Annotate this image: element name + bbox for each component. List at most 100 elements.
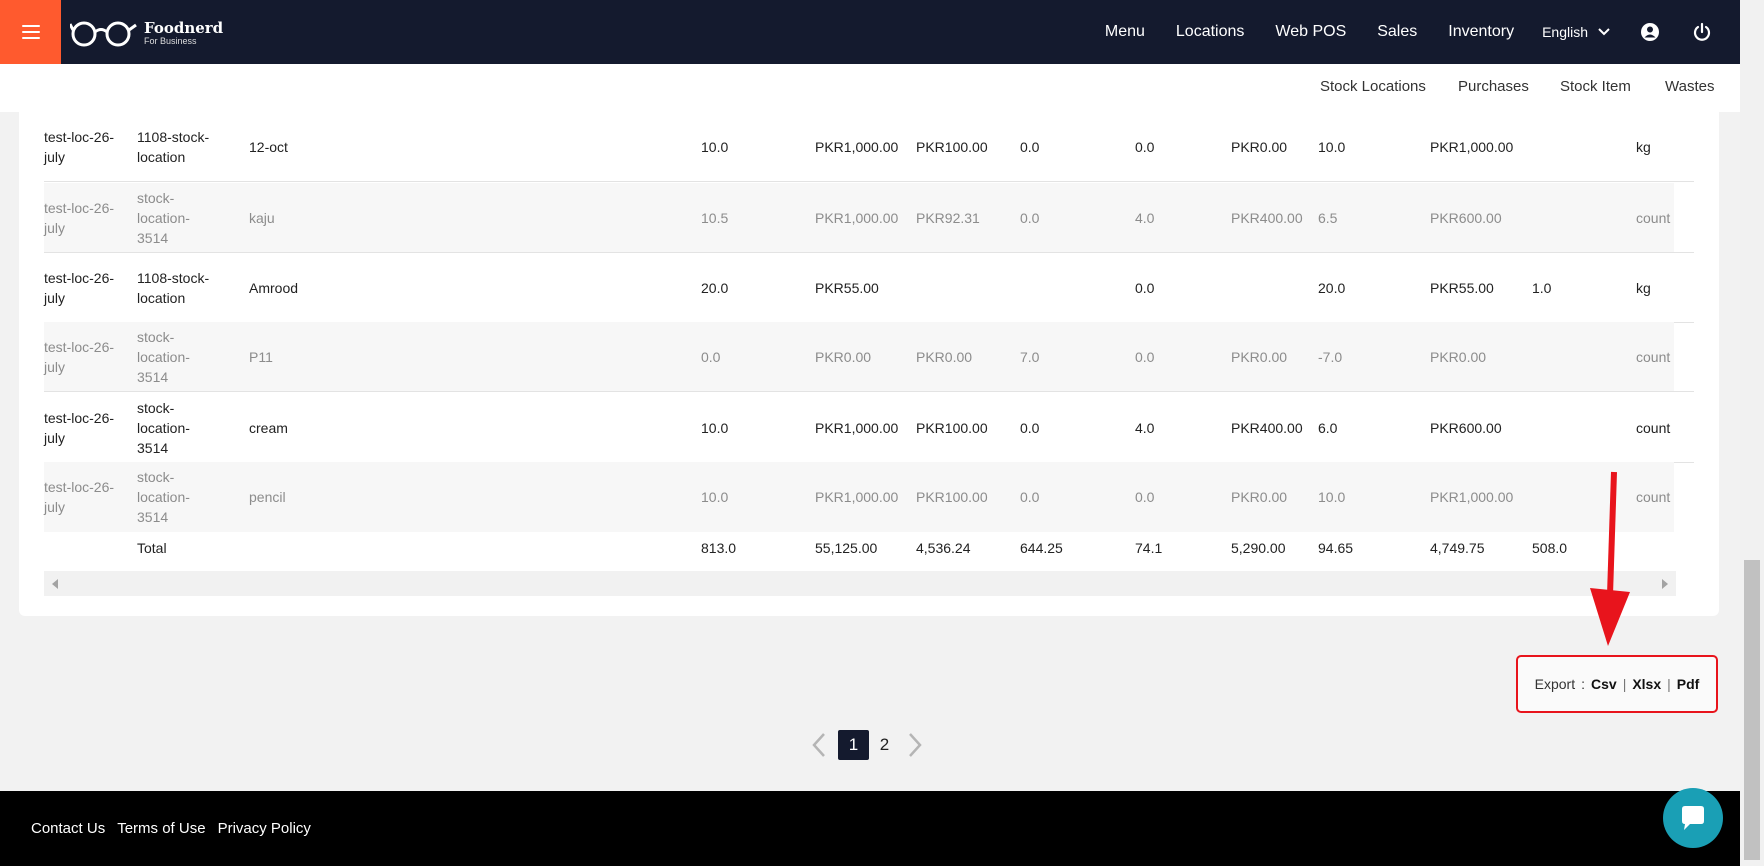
col-cell: 0.0 <box>1020 210 1040 226</box>
value-cell: PKR0.00 <box>1231 139 1288 155</box>
qty-cell: 10.0 <box>701 139 729 155</box>
cost-cell: PKR1,000.00 <box>815 489 899 505</box>
balance-value-cell: PKR1,000.00 <box>1430 139 1514 155</box>
nav-inventory[interactable]: Inventory <box>1448 23 1514 41</box>
stock-location-cell: 1108-stock-location <box>137 270 210 306</box>
next-page-icon[interactable] <box>904 730 926 760</box>
glasses-icon <box>70 21 137 47</box>
qty-cell: 10.0 <box>701 420 729 436</box>
language-selector[interactable]: English <box>1542 24 1610 40</box>
qty-cell: 10.5 <box>701 210 729 226</box>
chat-widget-button[interactable] <box>1663 788 1723 848</box>
location-cell: test-loc-26-july <box>44 200 115 236</box>
row-divider <box>44 181 1694 182</box>
col-cell: 0.0 <box>1020 489 1040 505</box>
balance-cell: 6.5 <box>1318 210 1338 226</box>
item-name-cell: pencil <box>249 489 286 505</box>
location-cell: test-loc-26-july <box>44 479 115 515</box>
table-row: test-loc-26-july stock-location-3514 P11 0.… <box>44 322 1694 392</box>
scrollbar-thumb[interactable] <box>1744 560 1760 860</box>
balance-cell: 20.0 <box>1318 280 1346 296</box>
subnav-stock-locations[interactable]: Stock Locations <box>1320 78 1426 95</box>
col-cell: 0.0 <box>1135 489 1155 505</box>
value-cell: PKR400.00 <box>1231 210 1303 226</box>
cost-cell: PKR0.00 <box>815 349 872 365</box>
total-cell: 813.0 <box>701 539 737 556</box>
balance-value-cell: PKR55.00 <box>1430 280 1494 296</box>
footer-terms-of-use[interactable]: Terms of Use <box>117 820 205 837</box>
total-cell: 4,536.24 <box>916 539 971 556</box>
col-cell: 0.0 <box>1020 139 1040 155</box>
stock-location-cell: stock-location-3514 <box>137 469 190 525</box>
col-cell: 0.0 <box>1135 280 1155 296</box>
cost-cell: PKR1,000.00 <box>815 210 899 226</box>
page-vertical-scrollbar[interactable] <box>1740 0 1764 866</box>
col-cell: 0.0 <box>1135 349 1155 365</box>
item-name-cell: cream <box>249 420 288 436</box>
location-cell: test-loc-26-july <box>44 129 115 165</box>
balance-cell: 6.0 <box>1318 420 1338 436</box>
nav-web-pos[interactable]: Web POS <box>1275 23 1346 41</box>
footer-privacy-policy[interactable]: Privacy Policy <box>218 820 311 837</box>
unit-cell: count <box>1636 420 1671 436</box>
brand-logo[interactable]: Foodnerd For Business <box>70 18 223 48</box>
col-cell: 4.0 <box>1135 210 1155 226</box>
table-horizontal-scrollbar[interactable] <box>44 571 1676 596</box>
subnav-wastes[interactable]: Wastes <box>1665 78 1714 95</box>
export-label: Export <box>1534 676 1576 692</box>
footer-contact-us[interactable]: Contact Us <box>31 820 105 837</box>
unit-cost-cell: PKR100.00 <box>916 139 988 155</box>
page-1-button[interactable]: 1 <box>838 730 869 760</box>
col-cell: 0.0 <box>1135 139 1155 155</box>
export-csv-link[interactable]: Csv <box>1591 676 1617 692</box>
scroll-right-icon[interactable] <box>1662 579 1668 589</box>
unit-cost-cell: PKR0.00 <box>916 349 973 365</box>
export-xlsx-link[interactable]: Xlsx <box>1632 676 1661 692</box>
unit-cost-cell: PKR100.00 <box>916 489 988 505</box>
unit-cost-cell: PKR100.00 <box>916 420 988 436</box>
unit-cell: kg <box>1636 280 1651 296</box>
unit-cost-cell: PKR92.31 <box>916 210 980 226</box>
subnav-stock-item[interactable]: Stock Item <box>1560 78 1631 95</box>
pagination: 1 2 <box>808 730 926 760</box>
stock-location-cell: stock-location-3514 <box>137 329 190 385</box>
language-label: English <box>1542 24 1588 40</box>
item-name-cell: 12-oct <box>249 139 288 155</box>
total-cell: 55,125.00 <box>815 539 878 556</box>
user-account-icon[interactable] <box>1640 22 1660 42</box>
item-name-cell: kaju <box>249 210 275 226</box>
subnav-purchases[interactable]: Purchases <box>1458 78 1529 95</box>
total-cell: 5,290.00 <box>1231 539 1286 556</box>
stock-location-cell: stock-location-3514 <box>137 190 190 246</box>
item-name-cell: P11 <box>249 349 273 365</box>
logout-power-icon[interactable] <box>1692 22 1712 42</box>
stock-location-cell: stock-location-3514 <box>137 400 190 456</box>
brand-tagline: For Business <box>144 35 197 46</box>
value-cell: PKR0.00 <box>1231 489 1288 505</box>
unit-cell: count <box>1636 349 1671 365</box>
chat-bubble-icon <box>1682 806 1704 830</box>
menu-toggle-button[interactable] <box>0 0 61 64</box>
balance-cell: 10.0 <box>1318 139 1346 155</box>
value-cell: PKR0.00 <box>1231 349 1288 365</box>
prev-page-icon[interactable] <box>808 730 830 760</box>
export-pdf-link[interactable]: Pdf <box>1677 676 1700 692</box>
nav-locations[interactable]: Locations <box>1176 23 1245 41</box>
total-cell: 508.0 <box>1532 539 1568 556</box>
col-cell: 7.0 <box>1020 349 1040 365</box>
page-2-button[interactable]: 2 <box>869 730 900 760</box>
qty-cell: 0.0 <box>701 349 721 365</box>
location-cell: test-loc-26-july <box>44 339 115 375</box>
cost-cell: PKR1,000.00 <box>815 139 899 155</box>
row-divider <box>44 391 1694 392</box>
table-row: test-loc-26-july 1108-stock-location 12-oc… <box>44 112 1694 182</box>
table-total-row: Total 813.0 55,125.00 4,536.24 644.25 74… <box>44 525 1694 570</box>
scroll-left-icon[interactable] <box>52 579 58 589</box>
top-navbar: Foodnerd For Business Menu Locations Web… <box>0 0 1740 64</box>
total-cell: 94.65 <box>1318 539 1354 556</box>
col-cell: 1.0 <box>1532 280 1552 296</box>
unit-cell: count <box>1636 489 1671 505</box>
nav-sales[interactable]: Sales <box>1377 23 1417 41</box>
nav-menu[interactable]: Menu <box>1105 23 1145 41</box>
site-footer: Contact Us Terms of Use Privacy Policy <box>0 791 1740 866</box>
